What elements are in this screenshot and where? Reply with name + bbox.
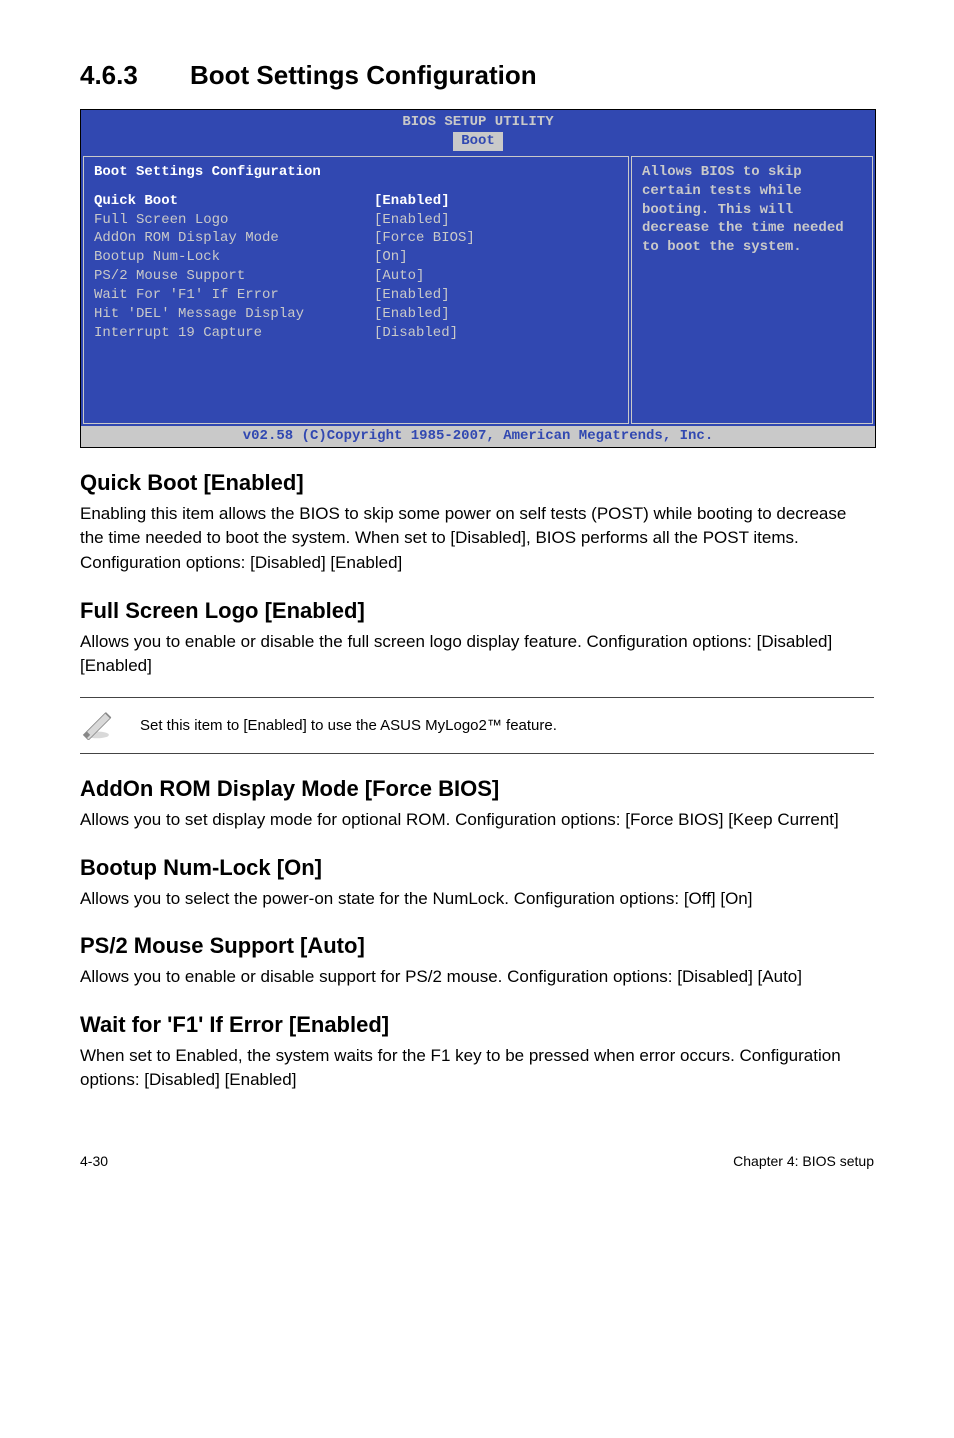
bios-setting-label: Bootup Num-Lock bbox=[94, 248, 374, 267]
bios-setting-value: [Enabled] bbox=[374, 305, 450, 324]
subsection-heading: AddOn ROM Display Mode [Force BIOS] bbox=[80, 776, 874, 802]
bios-footer: v02.58 (C)Copyright 1985-2007, American … bbox=[81, 426, 875, 447]
bios-setting-value: [On] bbox=[374, 248, 408, 267]
bios-setting-row: Hit 'DEL' Message Display[Enabled] bbox=[94, 305, 618, 324]
bios-setting-value: [Force BIOS] bbox=[374, 229, 475, 248]
bios-setting-value: [Enabled] bbox=[374, 192, 450, 211]
bios-panel-title: Boot Settings Configuration bbox=[94, 163, 618, 182]
subsection-heading: Full Screen Logo [Enabled] bbox=[80, 598, 874, 624]
bios-setting-label: PS/2 Mouse Support bbox=[94, 267, 374, 286]
bios-setting-row: Bootup Num-Lock[On] bbox=[94, 248, 618, 267]
bios-header-title: BIOS SETUP UTILITY bbox=[81, 110, 875, 132]
subsection-heading: Bootup Num-Lock [On] bbox=[80, 855, 874, 881]
note-divider-bottom bbox=[80, 753, 874, 754]
bios-setting-row: Full Screen Logo[Enabled] bbox=[94, 211, 618, 230]
subsection-body: Allows you to enable or disable the full… bbox=[80, 630, 874, 679]
bios-setting-row: Interrupt 19 Capture[Disabled] bbox=[94, 324, 618, 343]
bios-setting-label: AddOn ROM Display Mode bbox=[94, 229, 374, 248]
subsection-heading: PS/2 Mouse Support [Auto] bbox=[80, 933, 874, 959]
section-number: 4.6.3 bbox=[80, 60, 190, 91]
bios-screenshot: BIOS SETUP UTILITY Boot Boot Settings Co… bbox=[80, 109, 876, 448]
section-title: 4.6.3Boot Settings Configuration bbox=[80, 60, 874, 91]
bios-setting-value: [Enabled] bbox=[374, 286, 450, 305]
subsection-body: When set to Enabled, the system waits fo… bbox=[80, 1044, 874, 1093]
section-heading-text: Boot Settings Configuration bbox=[190, 60, 537, 90]
bios-setting-row: Quick Boot[Enabled] bbox=[94, 192, 618, 211]
bios-setting-label: Full Screen Logo bbox=[94, 211, 374, 230]
subsection-heading: Quick Boot [Enabled] bbox=[80, 470, 874, 496]
subsection-body: Enabling this item allows the BIOS to sk… bbox=[80, 502, 874, 576]
subsection-body: Allows you to select the power-on state … bbox=[80, 887, 874, 912]
subsection-heading: Wait for 'F1' If Error [Enabled] bbox=[80, 1012, 874, 1038]
bios-setting-label: Quick Boot bbox=[94, 192, 374, 211]
bios-setting-value: [Disabled] bbox=[374, 324, 458, 343]
subsection-body: Allows you to enable or disable support … bbox=[80, 965, 874, 990]
bios-setting-label: Interrupt 19 Capture bbox=[94, 324, 374, 343]
bios-setting-label: Hit 'DEL' Message Display bbox=[94, 305, 374, 324]
bios-setting-label: Wait For 'F1' If Error bbox=[94, 286, 374, 305]
bios-tab-row: Boot bbox=[81, 132, 875, 154]
bios-tab-boot: Boot bbox=[453, 132, 503, 151]
chapter-label: Chapter 4: BIOS setup bbox=[733, 1153, 874, 1169]
bios-left-panel: Boot Settings Configuration Quick Boot[E… bbox=[83, 156, 629, 424]
bios-setting-row: Wait For 'F1' If Error[Enabled] bbox=[94, 286, 618, 305]
pencil-note-icon bbox=[80, 706, 140, 745]
bios-setting-row: PS/2 Mouse Support[Auto] bbox=[94, 267, 618, 286]
bios-setting-row: AddOn ROM Display Mode[Force BIOS] bbox=[94, 229, 618, 248]
note-box: Set this item to [Enabled] to use the AS… bbox=[80, 697, 874, 754]
bios-setting-value: [Enabled] bbox=[374, 211, 450, 230]
note-text: Set this item to [Enabled] to use the AS… bbox=[140, 717, 874, 734]
bios-setting-value: [Auto] bbox=[374, 267, 424, 286]
page-number: 4-30 bbox=[80, 1153, 108, 1169]
bios-help-panel: Allows BIOS to skip certain tests while … bbox=[631, 156, 873, 424]
page-footer: 4-30 Chapter 4: BIOS setup bbox=[80, 1153, 874, 1169]
subsection-body: Allows you to set display mode for optio… bbox=[80, 808, 874, 833]
